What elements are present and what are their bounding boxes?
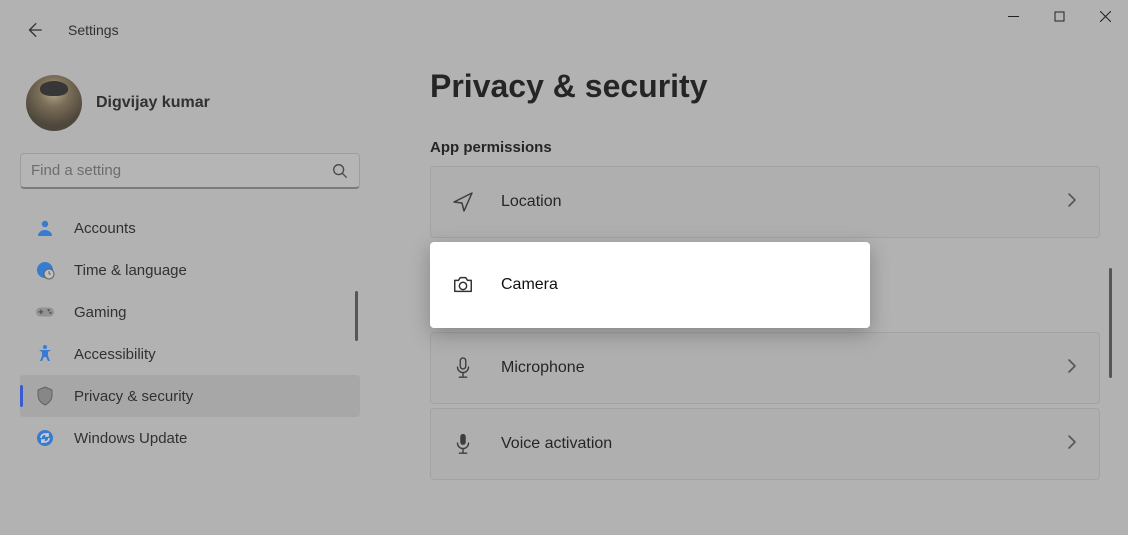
permission-location[interactable]: Location: [430, 166, 1100, 238]
main-scrollbar[interactable]: [1109, 268, 1112, 378]
permission-label: Location: [501, 193, 1079, 211]
sidebar-item-label: Accessibility: [74, 346, 156, 363]
chevron-right-icon: [1067, 434, 1077, 455]
permission-label: Microphone: [501, 359, 1079, 377]
minimize-button[interactable]: [990, 0, 1036, 32]
page-title: Privacy & security: [430, 68, 1100, 105]
permission-voice-activation[interactable]: Voice activation: [430, 408, 1100, 480]
sidebar-nav: Accounts Time & language Gaming Accessib…: [20, 207, 360, 459]
gamepad-icon: [34, 301, 56, 323]
section-heading: App permissions: [430, 139, 1100, 156]
titlebar: Settings: [24, 20, 119, 40]
voice-icon: [451, 432, 475, 456]
permission-label: Voice activation: [501, 435, 1079, 453]
sidebar: Digvijay kumar Accounts Time & language …: [20, 75, 360, 459]
search-input[interactable]: [31, 162, 331, 179]
sidebar-item-label: Accounts: [74, 220, 136, 237]
app-title: Settings: [68, 22, 119, 38]
camera-icon: [451, 273, 475, 297]
search-icon: [331, 162, 349, 180]
update-icon: [34, 427, 56, 449]
microphone-icon: [451, 356, 475, 380]
back-button[interactable]: [24, 20, 44, 40]
chevron-right-icon: [1067, 358, 1077, 379]
person-icon: [34, 217, 56, 239]
location-icon: [451, 190, 475, 214]
avatar: [26, 75, 82, 131]
sidebar-item-accounts[interactable]: Accounts: [20, 207, 360, 249]
main-content: Privacy & security App permissions Locat…: [430, 68, 1100, 480]
sidebar-item-gaming[interactable]: Gaming: [20, 291, 360, 333]
sidebar-item-windows-update[interactable]: Windows Update: [20, 417, 360, 459]
accessibility-icon: [34, 343, 56, 365]
profile-block[interactable]: Digvijay kumar: [20, 75, 360, 153]
sidebar-item-privacy-security[interactable]: Privacy & security: [20, 375, 360, 417]
sidebar-item-label: Time & language: [74, 262, 187, 279]
minimize-icon: [1008, 11, 1019, 22]
maximize-icon: [1054, 11, 1065, 22]
globe-clock-icon: [34, 259, 56, 281]
sidebar-item-accessibility[interactable]: Accessibility: [20, 333, 360, 375]
sidebar-item-label: Privacy & security: [74, 388, 193, 405]
search-box[interactable]: [20, 153, 360, 189]
shield-icon: [34, 385, 56, 407]
sidebar-item-label: Gaming: [74, 304, 127, 321]
window-controls: [990, 0, 1128, 32]
chevron-right-icon: [1067, 192, 1077, 213]
permission-microphone[interactable]: Microphone: [430, 332, 1100, 404]
permission-label: Camera: [501, 276, 849, 294]
close-button[interactable]: [1082, 0, 1128, 32]
sidebar-scrollbar[interactable]: [355, 291, 358, 341]
sidebar-item-time-language[interactable]: Time & language: [20, 249, 360, 291]
profile-name: Digvijay kumar: [96, 94, 210, 112]
permission-camera[interactable]: Camera: [430, 242, 870, 328]
permissions-list: Location Camera Microphone: [430, 166, 1100, 480]
back-arrow-icon: [25, 21, 43, 39]
close-icon: [1100, 11, 1111, 22]
maximize-button[interactable]: [1036, 0, 1082, 32]
sidebar-item-label: Windows Update: [74, 430, 187, 447]
